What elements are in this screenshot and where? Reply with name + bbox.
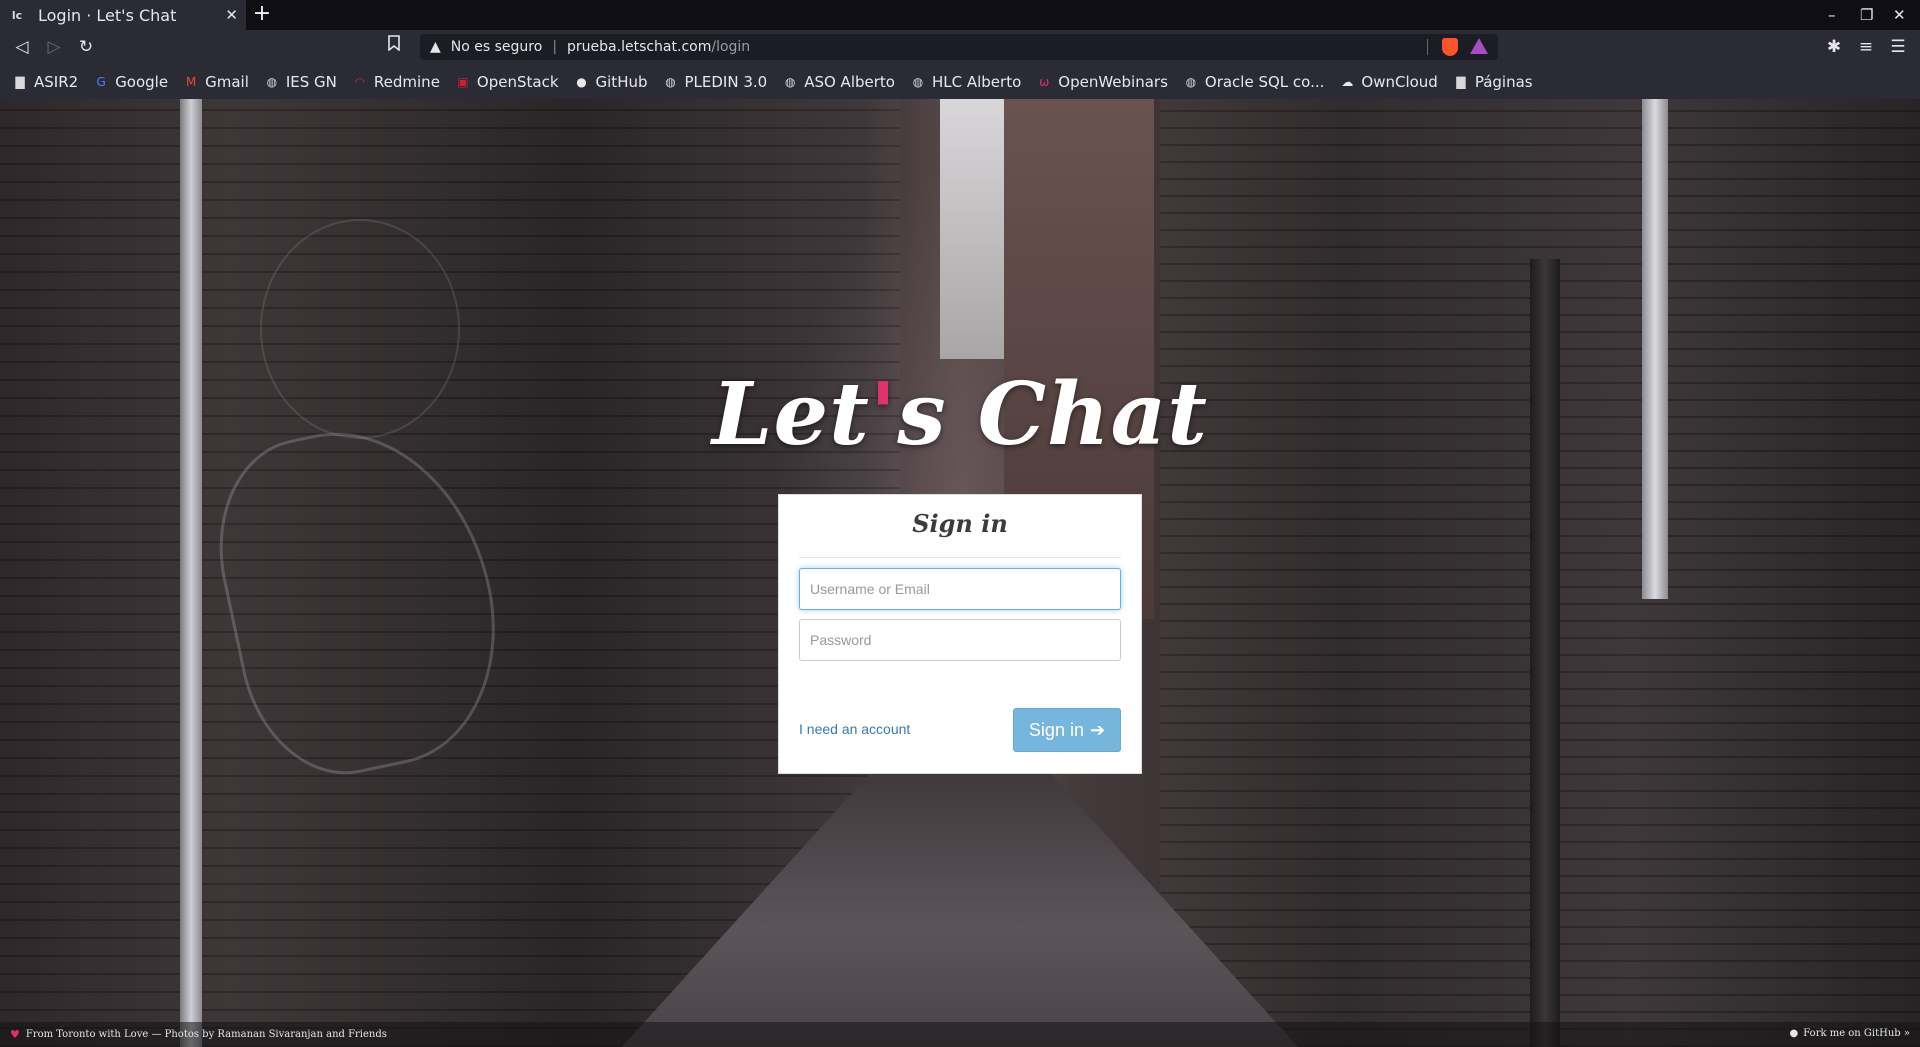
brave-rewards-icon[interactable] — [1470, 38, 1488, 54]
bookmark-label: HLC Alberto — [931, 72, 1022, 91]
folder-icon: ▇ — [1456, 74, 1466, 89]
login-panel: Sign in I need an account Sign in ➔ — [778, 494, 1142, 774]
letschat-logo: Let's Chat — [0, 364, 1920, 465]
bookmark-label: ASIR2 — [34, 72, 79, 91]
bookmark-label: OpenWebinars — [1058, 72, 1168, 91]
browser-toolbar: ◁ ▷ ↻ ▲ No es seguro | prueba.letschat.c… — [0, 30, 1920, 64]
maximize-button[interactable]: ❐ — [1860, 6, 1873, 24]
back-button[interactable]: ◁ — [10, 35, 34, 59]
github-fork-text[interactable]: Fork me on GitHub » — [1803, 1028, 1910, 1039]
gmail-icon: M — [185, 74, 197, 89]
bookmarks-bar: ▇ ASIR2 G Google M Gmail ◍ IES GN ◠ Redmine ▣ OpenS… — [0, 64, 1920, 99]
security-label[interactable]: No es seguro — [451, 39, 543, 55]
reload-button[interactable]: ↻ — [74, 35, 98, 59]
bookmark-item[interactable]: M Gmail — [183, 73, 249, 91]
bookmark-label: Páginas — [1474, 72, 1533, 91]
google-icon: G — [96, 74, 106, 89]
heart-icon: ♥ — [10, 1028, 20, 1041]
url-host[interactable]: prueba.letschat.com — [567, 39, 711, 55]
logo-apostrophe: ' — [869, 364, 898, 465]
window-close-button[interactable]: ✕ — [1893, 6, 1906, 24]
background-sky — [940, 99, 1004, 359]
new-tab-button[interactable]: + — [250, 3, 274, 27]
globe-icon: ◍ — [912, 74, 924, 89]
menu-icon[interactable]: ☰ — [1886, 35, 1910, 59]
sign-in-title: Sign in — [912, 509, 1008, 538]
bookmark-label: Gmail — [205, 72, 249, 91]
globe-icon: ◍ — [665, 74, 676, 89]
address-bar[interactable]: ▲ No es seguro | prueba.letschat.com /lo… — [420, 34, 1498, 60]
globe-icon: ◍ — [1185, 74, 1197, 89]
bookmark-label: GitHub — [595, 72, 648, 91]
footer-credit: ♥ From Toronto with Love — Photos by Ram… — [10, 1028, 387, 1041]
globe-icon: ◍ — [784, 74, 796, 89]
openstack-icon: ▣ — [457, 74, 469, 89]
brave-shields-icon[interactable] — [1442, 38, 1458, 56]
bookmark-item[interactable]: ◍ Oracle SQL co... — [1183, 73, 1325, 91]
bookmark-item[interactable]: ◍ IES GN — [264, 73, 337, 91]
bookmark-label: Google — [115, 72, 169, 91]
sign-in-button[interactable]: Sign in ➔ — [1013, 708, 1121, 752]
bookmark-label: ASO Alberto — [804, 72, 895, 91]
bookmark-item[interactable]: ● GitHub — [574, 72, 648, 91]
github-icon: ● — [576, 74, 587, 89]
forward-button[interactable]: ▷ — [42, 35, 66, 59]
redmine-icon: ◠ — [354, 74, 366, 89]
letschat-favicon-icon: lc — [11, 8, 23, 22]
credit-text[interactable]: From Toronto with Love — Photos by Raman… — [26, 1029, 387, 1040]
bookmark-page-icon[interactable] — [388, 35, 400, 55]
cloud-icon: ☁ — [1341, 74, 1354, 89]
url-path[interactable]: /login — [711, 39, 750, 55]
bookmark-label: IES GN — [285, 72, 337, 91]
bookmark-item[interactable]: ◍ ASO Alberto — [782, 73, 895, 91]
media-queue-icon[interactable]: ≡ — [1854, 35, 1878, 59]
urlbar-divider — [1427, 39, 1428, 55]
github-fork-link[interactable]: ● Fork me on GitHub » — [1790, 1028, 1910, 1039]
page-footer: ♥ From Toronto with Love — Photos by Ram… — [0, 1022, 1920, 1047]
password-input[interactable] — [799, 619, 1121, 661]
folder-icon: ▇ — [15, 74, 25, 89]
sign-in-arrow-icon: ➔ — [1089, 719, 1106, 740]
bookmark-item[interactable]: G Google — [93, 72, 169, 91]
bookmark-item[interactable]: ▣ OpenStack — [455, 72, 559, 91]
bookmark-item[interactable]: ◍ PLEDIN 3.0 — [663, 72, 768, 91]
openwebinars-icon: ω — [1039, 74, 1050, 89]
bookmark-item[interactable]: ◍ HLC Alberto — [910, 72, 1022, 91]
username-input[interactable] — [799, 568, 1121, 610]
bookmark-item[interactable]: ▇ Páginas — [1453, 72, 1533, 91]
login-page: Let's Chat Sign in I need an account Sig… — [0, 99, 1920, 1047]
tab-close-icon[interactable]: ✕ — [225, 6, 238, 24]
bookmark-label: OpenStack — [476, 72, 559, 91]
bookmark-item[interactable]: ◠ Redmine — [352, 73, 440, 91]
minimize-button[interactable]: – — [1828, 6, 1836, 24]
warning-icon[interactable]: ▲ — [430, 39, 441, 55]
bookmark-label: Redmine — [373, 72, 440, 91]
tab-strip: lc Login · Let's Chat ✕ + – ❐ ✕ — [0, 0, 1920, 30]
github-icon: ● — [1789, 1028, 1799, 1039]
logo-text: s Chat — [897, 364, 1209, 465]
bookmark-label: Oracle SQL co... — [1204, 72, 1325, 91]
sign-in-label: Sign in — [1028, 719, 1084, 740]
bookmark-label: OwnCloud — [1361, 72, 1438, 91]
register-link[interactable]: I need an account — [799, 721, 910, 737]
tab-title: Login · Let's Chat — [38, 5, 177, 25]
bookmark-item[interactable]: ▇ ASIR2 — [12, 73, 78, 91]
background-pipe — [1642, 99, 1668, 599]
logo-text: Let — [711, 364, 870, 465]
url-separator: | — [552, 39, 558, 55]
background-pipe — [180, 99, 202, 1047]
extensions-icon[interactable]: ✱ — [1822, 35, 1846, 59]
tab-login[interactable]: lc Login · Let's Chat ✕ — [0, 0, 246, 30]
bookmark-item[interactable]: ☁ OwnCloud — [1339, 73, 1437, 91]
divider — [799, 557, 1121, 558]
bookmark-item[interactable]: ω OpenWebinars — [1036, 73, 1168, 91]
bookmark-label: PLEDIN 3.0 — [684, 72, 768, 91]
globe-icon: ◍ — [266, 74, 278, 89]
